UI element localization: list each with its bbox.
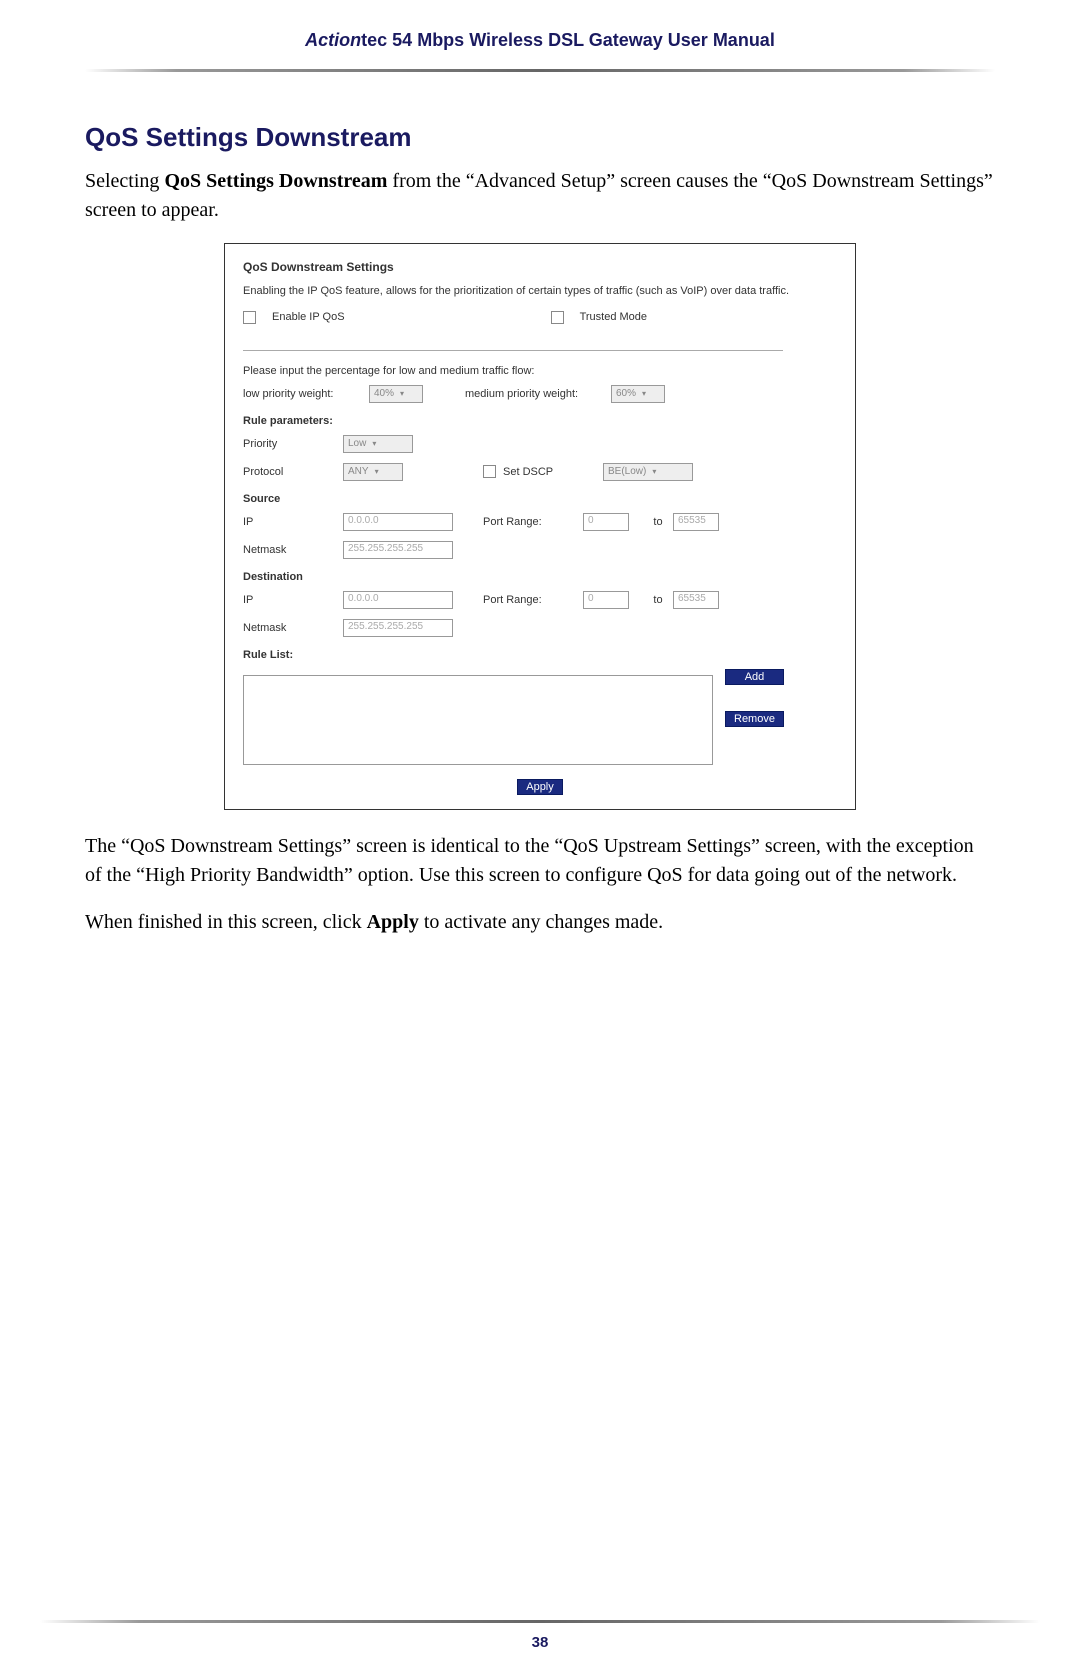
dst-port-from-input[interactable]: 0	[583, 591, 629, 609]
enable-ip-qos-checkbox[interactable]	[243, 311, 256, 324]
chevron-down-icon: ▾	[375, 467, 379, 476]
dst-netmask-label: Netmask	[243, 622, 343, 634]
dscp-select[interactable]: BE(Low) ▾	[603, 463, 693, 481]
para3-bold: Apply	[367, 911, 419, 933]
chevron-down-icon: ▾	[400, 389, 404, 398]
page-header: Actiontec 54 Mbps Wireless DSL Gateway U…	[85, 0, 995, 61]
page-number: 38	[0, 1634, 1080, 1651]
src-ip-label: IP	[243, 516, 343, 528]
brand-italic: Action	[305, 30, 361, 50]
para1-bold: QoS Settings Downstream	[164, 170, 387, 192]
source-heading: Source	[243, 493, 837, 505]
section-heading: QoS Settings Downstream	[85, 122, 995, 153]
protocol-label: Protocol	[243, 466, 343, 478]
low-weight-label: low priority weight:	[243, 388, 363, 400]
chevron-down-icon: ▾	[652, 467, 656, 476]
dscp-value: BE(Low)	[608, 466, 646, 477]
priority-value: Low	[348, 438, 366, 449]
remove-button[interactable]: Remove	[725, 711, 784, 727]
header-title: Actiontec 54 Mbps Wireless DSL Gateway U…	[305, 30, 775, 50]
src-ip-input[interactable]: 0.0.0.0	[343, 513, 453, 531]
src-netmask-input[interactable]: 255.255.255.255	[343, 541, 453, 559]
add-button[interactable]: Add	[725, 669, 784, 685]
dst-port-to-input[interactable]: 65535	[673, 591, 719, 609]
dst-netmask-input[interactable]: 255.255.255.255	[343, 619, 453, 637]
qos-screenshot: QoS Downstream Settings Enabling the IP …	[224, 243, 856, 810]
src-port-range-label: Port Range:	[483, 516, 583, 528]
low-weight-select[interactable]: 40% ▾	[369, 385, 423, 403]
chevron-down-icon: ▾	[372, 439, 376, 448]
ss-title: QoS Downstream Settings	[243, 260, 837, 274]
priority-label: Priority	[243, 438, 337, 450]
rule-list-box[interactable]	[243, 675, 713, 765]
med-weight-label: medium priority weight:	[465, 388, 605, 400]
footer-rule	[40, 1620, 1040, 1623]
enable-ip-qos-label: Enable IP QoS	[272, 311, 345, 323]
rule-list-heading: Rule List:	[243, 649, 837, 661]
dst-to-label: to	[643, 594, 673, 606]
ss-desc: Enabling the IP QoS feature, allows for …	[243, 284, 837, 299]
protocol-value: ANY	[348, 466, 369, 477]
chevron-down-icon: ▾	[642, 389, 646, 398]
header-title-rest: 54 Mbps Wireless DSL Gateway User Manual	[387, 30, 775, 50]
brand-rest: tec	[361, 30, 387, 50]
para3-post: to activate any changes made.	[419, 911, 663, 933]
para1-pre: Selecting	[85, 170, 164, 192]
src-port-from-input[interactable]: 0	[583, 513, 629, 531]
set-dscp-checkbox[interactable]	[483, 465, 496, 478]
src-port-to-input[interactable]: 65535	[673, 513, 719, 531]
header-rule	[85, 69, 995, 72]
apply-button[interactable]: Apply	[517, 779, 563, 795]
description-paragraph: The “QoS Downstream Settings” screen is …	[85, 832, 995, 890]
priority-select[interactable]: Low ▾	[343, 435, 413, 453]
apply-paragraph: When finished in this screen, click Appl…	[85, 908, 995, 937]
dst-ip-label: IP	[243, 594, 343, 606]
med-weight-select[interactable]: 60% ▾	[611, 385, 665, 403]
protocol-select[interactable]: ANY ▾	[343, 463, 403, 481]
trusted-mode-checkbox[interactable]	[551, 311, 564, 324]
src-to-label: to	[643, 516, 673, 528]
para3-pre: When finished in this screen, click	[85, 911, 367, 933]
pct-prompt: Please input the percentage for low and …	[243, 365, 837, 377]
divider	[243, 350, 783, 351]
rule-params-heading: Rule parameters:	[243, 415, 837, 427]
dst-port-range-label: Port Range:	[483, 594, 583, 606]
dest-heading: Destination	[243, 571, 837, 583]
trusted-mode-label: Trusted Mode	[580, 311, 647, 323]
dst-ip-input[interactable]: 0.0.0.0	[343, 591, 453, 609]
intro-paragraph: Selecting QoS Settings Downstream from t…	[85, 167, 995, 225]
med-weight-value: 60%	[616, 388, 636, 399]
src-netmask-label: Netmask	[243, 544, 343, 556]
low-weight-value: 40%	[374, 388, 394, 399]
set-dscp-label: Set DSCP	[503, 466, 603, 478]
